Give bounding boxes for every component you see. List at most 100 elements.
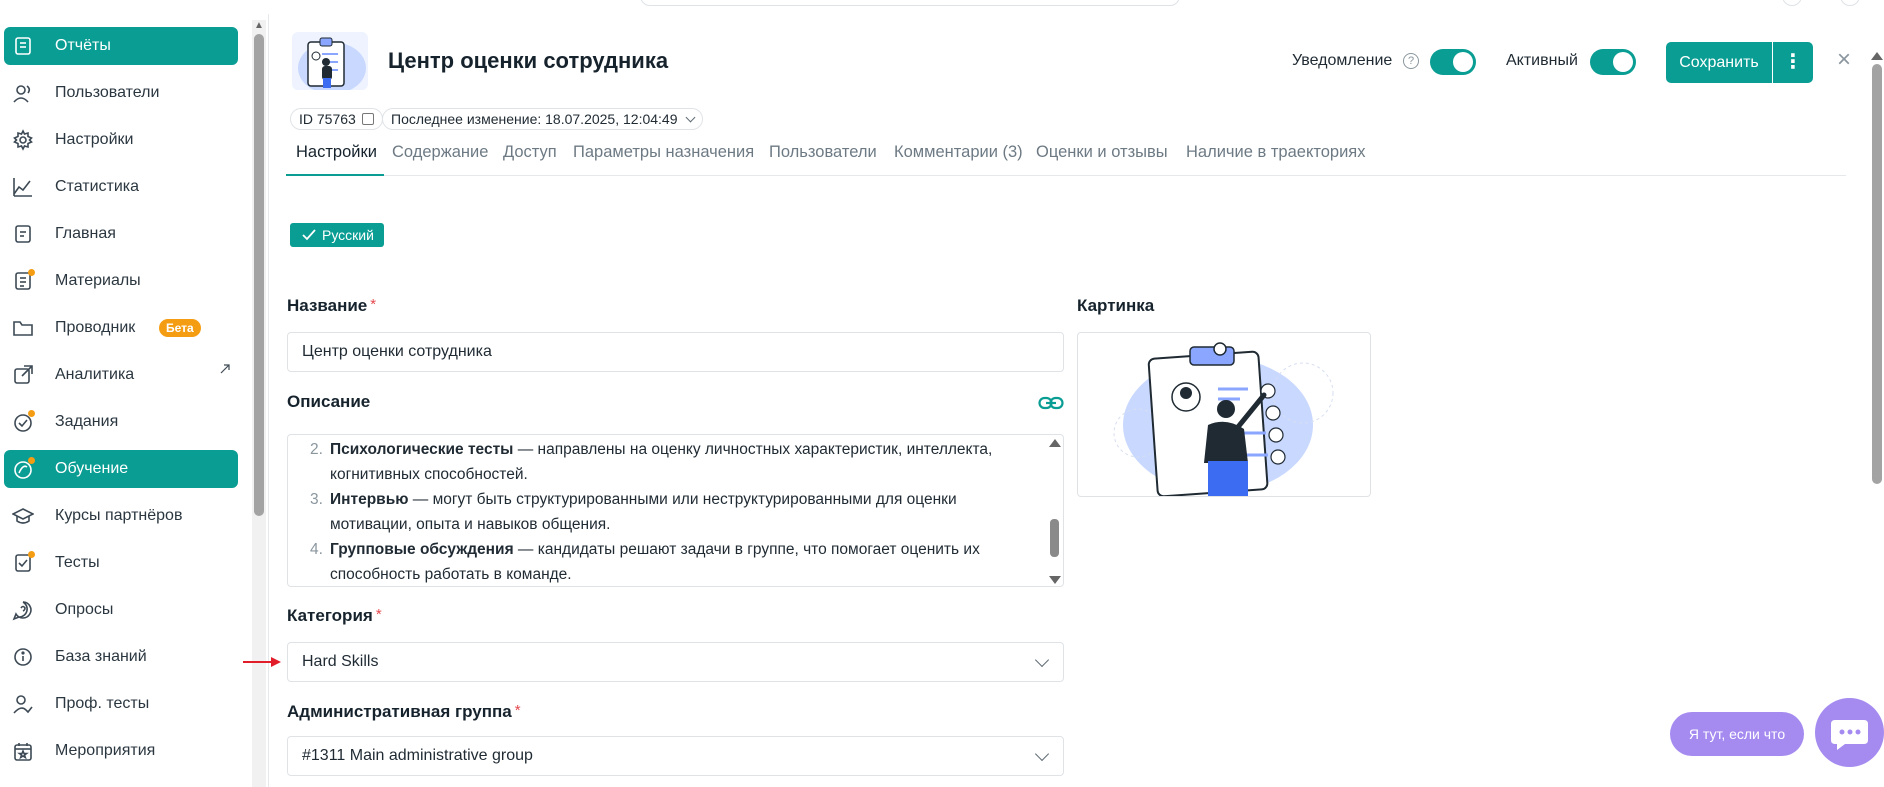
page-scrollbar-thumb[interactable]	[1872, 64, 1882, 484]
beta-badge: Бета	[159, 319, 201, 337]
materials-icon	[12, 269, 35, 292]
sidebar-scrollbar-thumb[interactable]	[254, 34, 264, 516]
list-text: Групповые обсуждения — кандидаты решают …	[310, 537, 1030, 586]
sidebar-item-4[interactable]: Главная	[4, 215, 238, 253]
sidebar-item-0[interactable]: Отчёты	[4, 27, 238, 65]
sidebar-item-7[interactable]: Аналитика	[4, 356, 238, 394]
top-action-button[interactable]	[1782, 0, 1802, 6]
sidebar: Отчёты Пользователи Настройки Статистика Гла…	[0, 0, 252, 787]
sidebar-item-label: Статистика	[55, 178, 140, 195]
last-change-text: Последнее изменение: 18.07.2025, 12:04:4…	[391, 111, 678, 127]
sidebar-item-1[interactable]: Пользователи	[4, 74, 238, 112]
id-chip: ID 75763	[290, 108, 383, 130]
chat-bubble-icon	[1831, 720, 1868, 750]
sidebar-item-label: Главная	[55, 225, 116, 242]
sidebar-item-15[interactable]: Мероприятия	[4, 732, 238, 770]
chart-icon	[12, 176, 34, 198]
analytics-icon	[12, 364, 34, 386]
sidebar-item-3[interactable]: Статистика	[4, 168, 238, 206]
active-toggle[interactable]	[1590, 49, 1636, 75]
description-scroll-up[interactable]	[1049, 439, 1061, 447]
folder-icon	[12, 317, 34, 339]
chat-button[interactable]	[1815, 698, 1884, 767]
list-bold-term: Групповые обсуждения	[330, 541, 514, 558]
notification-dot	[28, 457, 35, 464]
notification-toggle[interactable]	[1430, 49, 1476, 75]
tab-2[interactable]: Доступ	[503, 143, 557, 162]
language-label: Русский	[322, 227, 374, 243]
close-icon[interactable]: ×	[1834, 48, 1854, 72]
chevron-down-icon	[1034, 652, 1050, 668]
notification-dot	[28, 269, 35, 276]
sidebar-item-label: База знаний	[55, 648, 147, 665]
description-scroll-thumb[interactable]	[1050, 519, 1059, 557]
tabs: Настройки Содержание Доступ Параметры назна…	[286, 140, 1846, 176]
sidebar-item-label: Опросы	[55, 601, 114, 618]
more-options-button[interactable]: ⋮	[1773, 42, 1813, 83]
chat-hint[interactable]: Я тут, если что	[1670, 712, 1804, 756]
name-input[interactable]: Центр оценки сотрудника	[287, 332, 1064, 372]
language-chip[interactable]: Русский	[290, 223, 384, 247]
tab-5[interactable]: Комментарии (3)	[894, 143, 1023, 162]
tests-icon	[12, 551, 35, 574]
active-label: Активный	[1506, 52, 1578, 69]
link-icon[interactable]	[1038, 394, 1064, 412]
sidebar-item-13[interactable]: База знаний	[4, 638, 238, 676]
tab-4[interactable]: Пользователи	[769, 143, 877, 162]
save-button[interactable]: Сохранить	[1666, 42, 1772, 83]
category-select[interactable]: Hard Skills	[287, 642, 1064, 682]
sidebar-scroll-up[interactable]: ▲	[253, 20, 265, 32]
tab-1[interactable]: Содержание	[392, 143, 488, 162]
id-text: ID 75763	[299, 111, 356, 127]
list-number: 3.	[310, 491, 323, 508]
admin-group-value: #1311 Main administrative group	[302, 747, 533, 764]
external-link-icon	[220, 364, 230, 377]
sidebar-item-label: Обучение	[55, 460, 129, 477]
list-number: 2.	[310, 441, 323, 458]
sidebar-item-12[interactable]: Опросы	[4, 591, 238, 629]
sidebar-item-14[interactable]: Проф. тесты	[4, 685, 238, 723]
tab-7[interactable]: Наличие в траекториях	[1186, 143, 1365, 162]
tab-3[interactable]: Параметры назначения	[573, 143, 754, 162]
sidebar-item-9[interactable]: Обучение	[4, 450, 238, 488]
picture-preview[interactable]	[1077, 332, 1371, 497]
page-title: Центр оценки сотрудника	[388, 48, 669, 73]
page-scroll-up[interactable]	[1871, 52, 1883, 60]
prof-tests-icon	[12, 693, 34, 715]
chevron-down-icon	[1034, 746, 1050, 762]
sidebar-item-2[interactable]: Настройки	[4, 121, 238, 159]
divider	[268, 14, 269, 787]
description-list-item: 4. Групповые обсуждения — кандидаты решаю…	[310, 537, 1030, 586]
gear-icon	[12, 129, 34, 151]
sidebar-item-label: Курсы партнёров	[55, 507, 183, 524]
description-editor[interactable]: 2. Психологические тесты — направлены на …	[287, 434, 1064, 587]
description-scrollbar[interactable]	[1047, 439, 1061, 584]
sidebar-item-label: Материалы	[55, 272, 141, 289]
description-list-item: 2. Психологические тесты — направлены на …	[310, 437, 1030, 487]
list-bold-term: Психологические тесты	[330, 441, 514, 458]
help-icon[interactable]: ?	[1403, 53, 1419, 69]
reports-icon	[12, 35, 34, 57]
sidebar-item-11[interactable]: Тесты	[4, 544, 238, 582]
copy-icon[interactable]	[361, 113, 374, 125]
sidebar-item-6[interactable]: Проводник Бета	[4, 309, 238, 347]
sidebar-item-label: Отчёты	[55, 37, 111, 54]
sidebar-item-10[interactable]: Курсы партнёров	[4, 497, 238, 535]
description-list-item: 3. Интервью — могут быть структурированны…	[310, 487, 1030, 537]
description-scroll-down[interactable]	[1049, 576, 1061, 584]
sidebar-item-label: Проводник	[55, 319, 136, 336]
sidebar-item-5[interactable]: Материалы	[4, 262, 238, 300]
sidebar-item-8[interactable]: Задания	[4, 403, 238, 441]
top-profile-button[interactable]	[1840, 0, 1860, 6]
tab-0[interactable]: Настройки	[296, 143, 377, 162]
tab-6[interactable]: Оценки и отзывы	[1036, 143, 1168, 162]
admin-group-select[interactable]: #1311 Main administrative group	[287, 736, 1064, 776]
sidebar-item-label: Настройки	[55, 131, 134, 148]
last-change-dropdown[interactable]: Последнее изменение: 18.07.2025, 12:04:4…	[382, 108, 704, 130]
category-label: Категория *	[287, 606, 382, 625]
notification-dot	[28, 410, 35, 417]
top-search-field[interactable]	[640, 0, 1180, 6]
learning-icon	[12, 457, 35, 480]
check-icon	[302, 229, 316, 241]
list-number: 4.	[310, 541, 323, 558]
